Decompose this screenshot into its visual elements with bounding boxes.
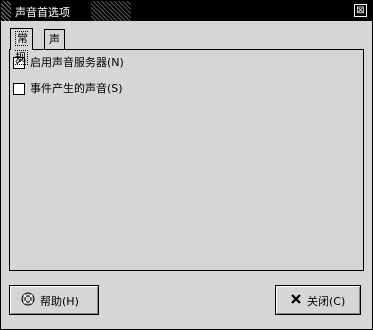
window-title: 声音首选项	[15, 6, 70, 19]
tab-sound-events[interactable]: 声音事件	[44, 29, 65, 103]
close-button-label: 关闭(C)	[307, 295, 346, 308]
title-bar[interactable]: 声音首选项 ⊠	[1, 1, 372, 21]
event-sounds-option[interactable]: 事件产生的声音(S)	[13, 82, 213, 96]
enable-sound-server-label: 启用声音服务器(N)	[30, 56, 124, 69]
close-x-icon	[291, 294, 301, 304]
close-button[interactable]: 关闭(C)	[275, 285, 361, 315]
event-sounds-checkbox[interactable]	[13, 83, 25, 95]
preferences-window: 声音首选项 ⊠ 常规 声音事件 ✓ 启用声音服务器(N) 事件产生的声音(S) …	[0, 0, 373, 330]
tab-general[interactable]: 常规	[10, 28, 33, 65]
titlebar-decoration	[1, 1, 11, 21]
enable-sound-server-option[interactable]: ✓ 启用声音服务器(N)	[13, 56, 213, 70]
help-button-label: 帮助(H)	[40, 295, 79, 308]
general-panel: ✓ 启用声音服务器(N) 事件产生的声音(S)	[9, 49, 364, 271]
titlebar-pattern	[91, 1, 131, 21]
lifebuoy-icon	[21, 292, 35, 306]
event-sounds-label: 事件产生的声音(S)	[30, 82, 123, 95]
tab-general-label: 常规	[15, 31, 28, 65]
help-button[interactable]: 帮助(H)	[9, 285, 99, 315]
window-close-icon[interactable]: ⊠	[354, 4, 367, 17]
